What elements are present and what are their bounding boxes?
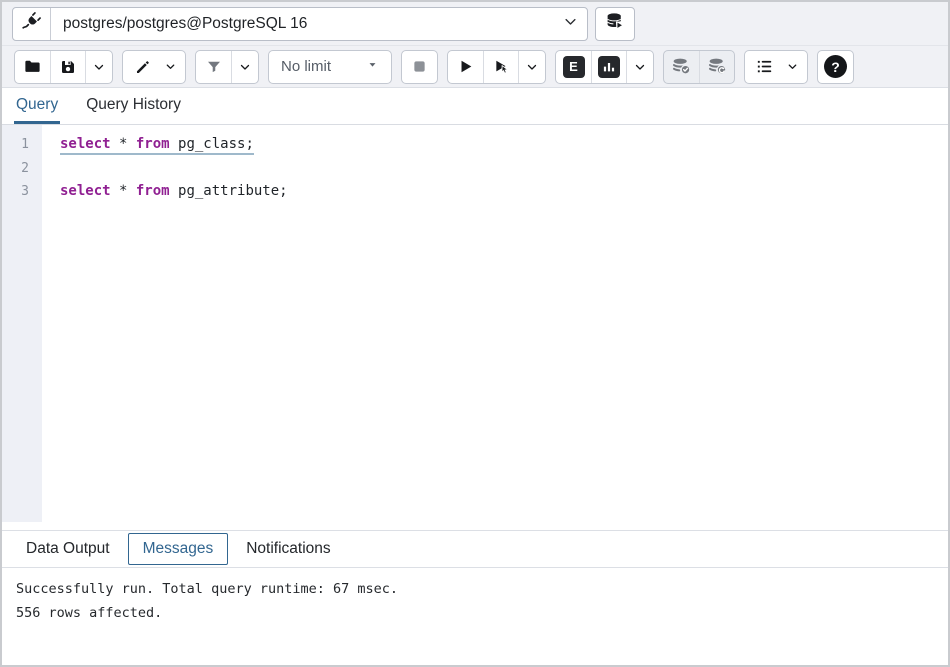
- database-new-connection-icon: [605, 11, 626, 37]
- pencil-icon: [134, 58, 152, 76]
- row-limit-value: No limit: [281, 58, 331, 75]
- execute-button-group: [447, 50, 546, 84]
- tab-notifications-label: Notifications: [246, 540, 330, 557]
- play-cursor-icon: [492, 57, 511, 76]
- rollback-button[interactable]: [699, 51, 734, 83]
- connection-bar: postgres/postgres@PostgreSQL 16: [2, 2, 948, 46]
- edit-button-group: [122, 50, 186, 84]
- tab-data-output[interactable]: Data Output: [15, 533, 121, 565]
- funnel-filter-icon: [205, 58, 223, 76]
- filter-button[interactable]: [196, 51, 231, 83]
- chevron-down-icon: [563, 14, 578, 34]
- explain-e-icon: E: [563, 56, 585, 78]
- connection-select[interactable]: postgres/postgres@PostgreSQL 16: [51, 8, 553, 40]
- tab-notifications[interactable]: Notifications: [235, 533, 341, 565]
- message-line: 556 rows affected.: [16, 601, 934, 625]
- explain-analyze-chart-icon: [598, 56, 620, 78]
- connect-button[interactable]: [13, 8, 51, 40]
- chevron-down-icon: [787, 61, 798, 72]
- macro-menu-button[interactable]: [745, 51, 780, 83]
- execute-button[interactable]: [448, 51, 483, 83]
- chevron-down-icon: [526, 61, 538, 73]
- chevron-down-icon: [239, 61, 251, 73]
- help-button[interactable]: ?: [818, 51, 853, 83]
- save-dropdown-button[interactable]: [85, 51, 112, 83]
- explain-analyze-button[interactable]: [591, 51, 626, 83]
- open-file-button[interactable]: [15, 51, 50, 83]
- panel-splitter[interactable]: [2, 522, 948, 530]
- explain-button[interactable]: E: [556, 51, 591, 83]
- cancel-button-group: [401, 50, 438, 84]
- row-limit-select[interactable]: No limit: [268, 50, 392, 84]
- play-icon: [456, 57, 475, 76]
- sql-editor[interactable]: 123 select * from pg_class;select * from…: [2, 125, 948, 522]
- numbered-list-icon: [755, 57, 774, 76]
- chevron-down-icon: [93, 61, 105, 73]
- explain-dropdown-button[interactable]: [626, 51, 653, 83]
- output-tab-row: Data Output Messages Notifications: [2, 530, 948, 568]
- code-area[interactable]: select * from pg_class;select * from pg_…: [42, 125, 948, 522]
- transaction-button-group: [663, 50, 735, 84]
- database-rollback-icon: [707, 56, 728, 77]
- help-button-group: ?: [817, 50, 854, 84]
- dropdown-triangle-icon: [366, 58, 379, 75]
- messages-panel: Successfully run. Total query runtime: 6…: [2, 568, 948, 665]
- tab-query[interactable]: Query: [14, 88, 60, 124]
- query-toolbar: No limit: [2, 46, 948, 88]
- tab-data-output-label: Data Output: [26, 540, 110, 557]
- macro-dropdown-button[interactable]: [780, 51, 807, 83]
- save-floppy-icon: [59, 58, 77, 76]
- macro-button-group: [744, 50, 808, 84]
- commit-button[interactable]: [664, 51, 699, 83]
- line-number-gutter: 123: [2, 125, 42, 522]
- tab-query-history-label: Query History: [86, 96, 181, 114]
- tab-messages[interactable]: Messages: [128, 533, 229, 565]
- file-button-group: [14, 50, 113, 84]
- tab-query-label: Query: [16, 96, 58, 114]
- filter-dropdown-button[interactable]: [231, 51, 258, 83]
- folder-icon: [23, 57, 42, 76]
- new-connection-button[interactable]: [595, 7, 635, 41]
- execute-from-cursor-button[interactable]: [483, 51, 518, 83]
- stop-query-button[interactable]: [402, 51, 437, 83]
- edit-dropdown-button[interactable]: [158, 51, 185, 83]
- help-question-icon: ?: [824, 55, 847, 78]
- execute-dropdown-button[interactable]: [518, 51, 545, 83]
- database-commit-icon: [671, 56, 692, 77]
- explain-button-group: E: [555, 50, 654, 84]
- plug-icon: [21, 10, 43, 37]
- save-button[interactable]: [50, 51, 85, 83]
- editor-tab-row: Query Query History: [2, 88, 948, 125]
- stop-icon: [410, 57, 429, 76]
- tab-messages-label: Messages: [143, 540, 214, 557]
- query-tool-window: postgres/postgres@PostgreSQL 16: [0, 0, 950, 667]
- connection-combo: postgres/postgres@PostgreSQL 16: [12, 7, 588, 41]
- edit-menu-button[interactable]: [123, 51, 158, 83]
- message-line: Successfully run. Total query runtime: 6…: [16, 577, 934, 601]
- chevron-down-icon: [165, 61, 176, 72]
- chevron-down-icon: [634, 61, 646, 73]
- filter-button-group: [195, 50, 259, 84]
- connection-caret-button[interactable]: [553, 8, 587, 40]
- tab-query-history[interactable]: Query History: [84, 88, 183, 124]
